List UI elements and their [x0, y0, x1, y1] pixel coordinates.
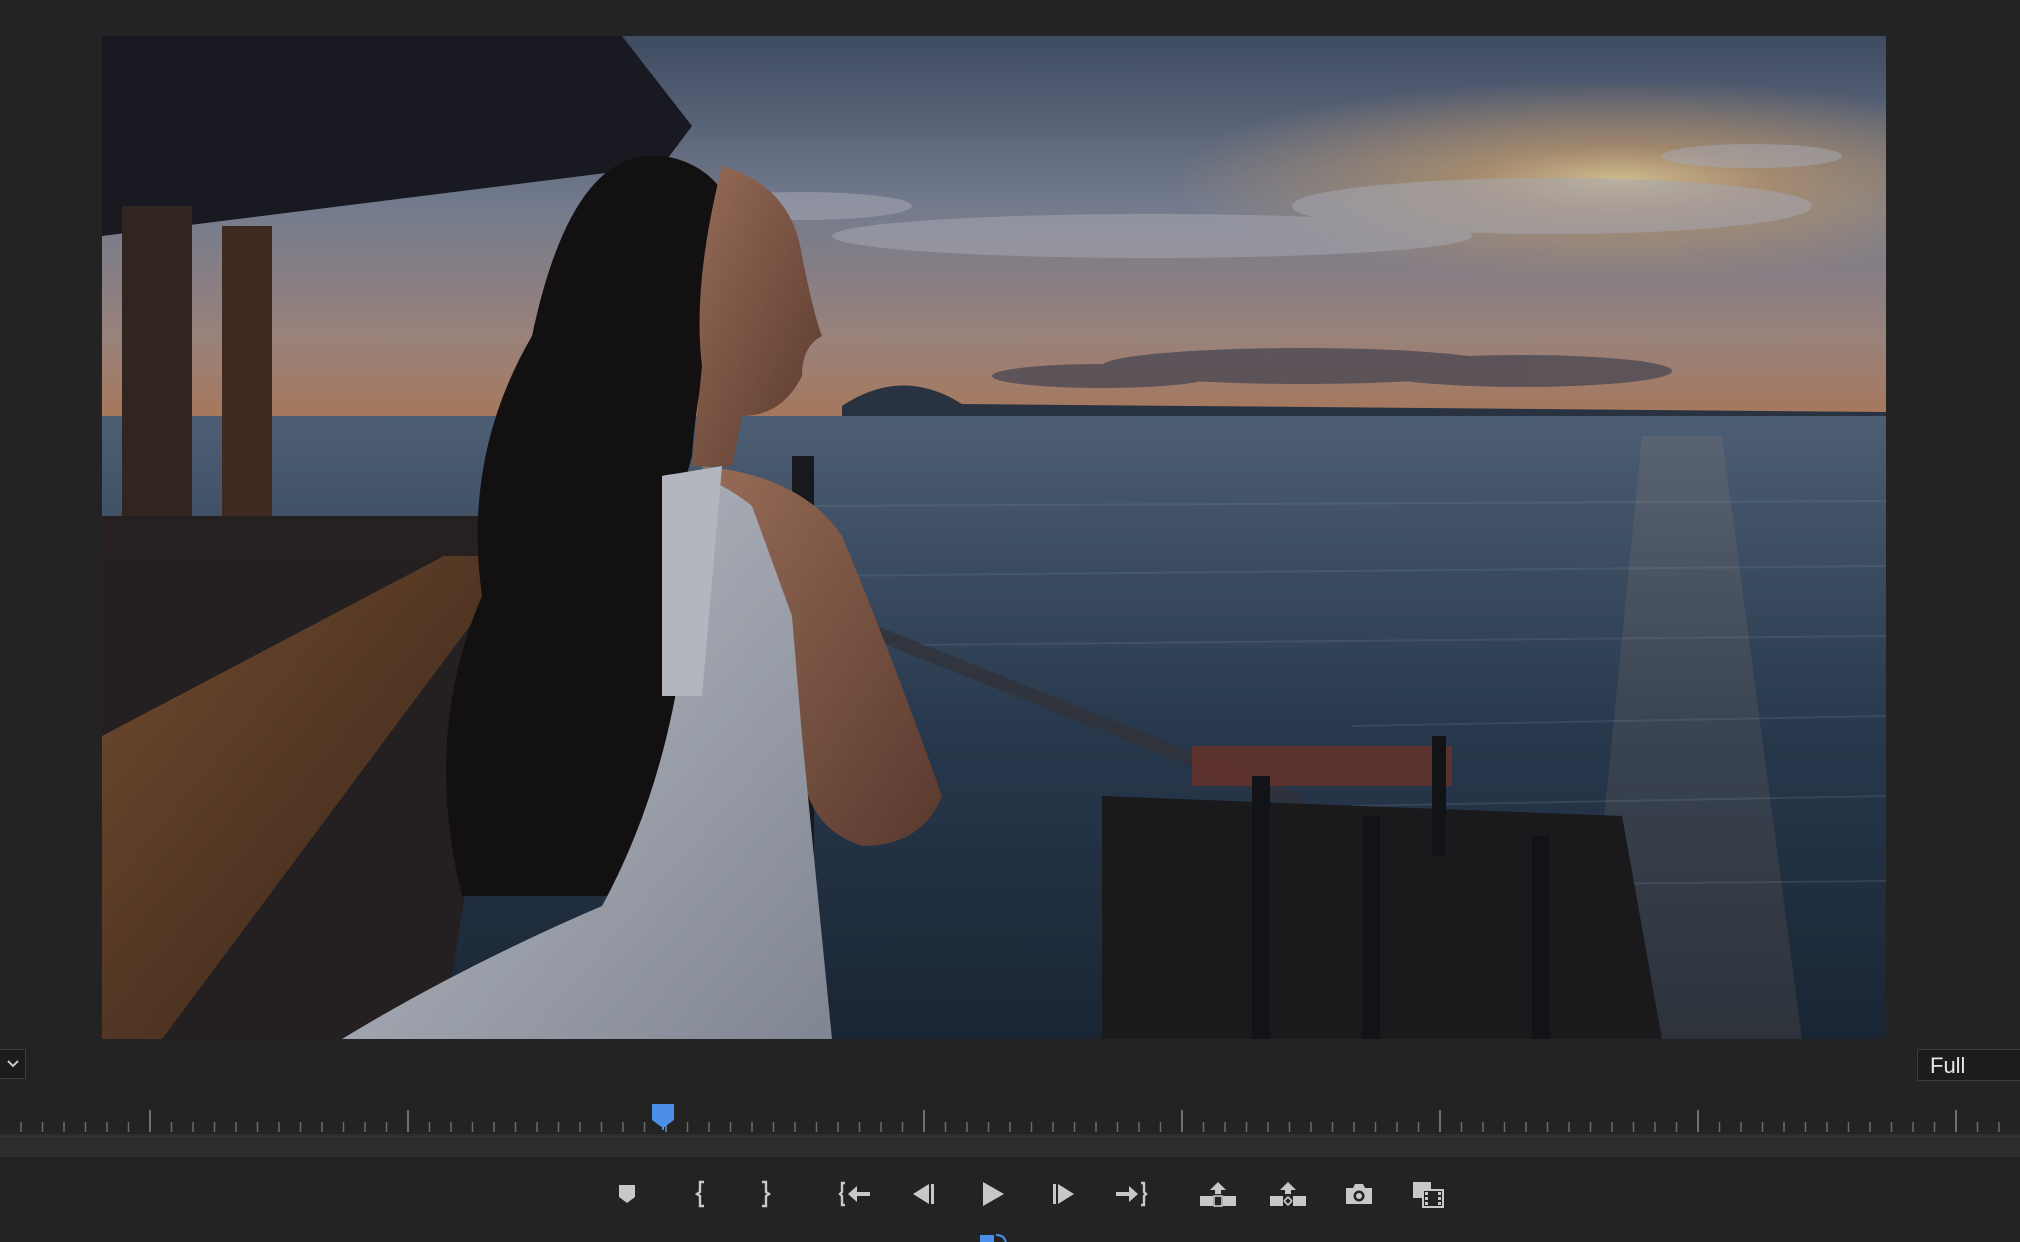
video-frame-image [102, 36, 1886, 1039]
extract-button[interactable] [1266, 1174, 1310, 1214]
go-to-in-icon [838, 1181, 870, 1207]
program-monitor-panel: Full [0, 0, 2020, 1242]
go-to-out-icon [1116, 1181, 1148, 1207]
mark-out-icon [762, 1180, 772, 1208]
step-back-button[interactable] [901, 1174, 945, 1214]
handle-icon [980, 1234, 1007, 1242]
zoom-level-dropdown[interactable] [0, 1049, 26, 1079]
mark-in-icon [694, 1180, 704, 1208]
step-forward-icon [1053, 1184, 1074, 1204]
playhead[interactable] [652, 1104, 674, 1130]
marker-icon [619, 1185, 635, 1203]
camera-icon [1346, 1184, 1372, 1204]
mark-in-button[interactable] [679, 1174, 723, 1214]
go-to-out-button[interactable] [1109, 1174, 1153, 1214]
scrub-bar[interactable] [0, 1136, 2020, 1157]
comparison-view-icon [1413, 1182, 1444, 1208]
add-marker-button[interactable] [605, 1174, 649, 1214]
time-ruler[interactable] [0, 1100, 2020, 1136]
playback-resolution-select[interactable]: Full [1917, 1049, 2020, 1081]
extract-icon [1270, 1182, 1306, 1207]
go-to-in-button[interactable] [833, 1174, 877, 1214]
play-button[interactable] [970, 1174, 1014, 1214]
step-back-icon [913, 1184, 934, 1204]
chevron-down-icon [6, 1060, 19, 1068]
comparison-view-button[interactable] [1406, 1174, 1450, 1214]
panel-resize-handle[interactable] [978, 1232, 1008, 1242]
lift-button[interactable] [1196, 1174, 1240, 1214]
export-frame-button[interactable] [1337, 1174, 1381, 1214]
mark-out-button[interactable] [743, 1174, 787, 1214]
play-icon [983, 1182, 1004, 1206]
step-forward-button[interactable] [1042, 1174, 1086, 1214]
lift-icon [1200, 1182, 1236, 1207]
time-ruler-ticks [0, 1110, 2020, 1136]
playhead-icon [652, 1104, 674, 1130]
video-preview[interactable] [102, 36, 1886, 1039]
